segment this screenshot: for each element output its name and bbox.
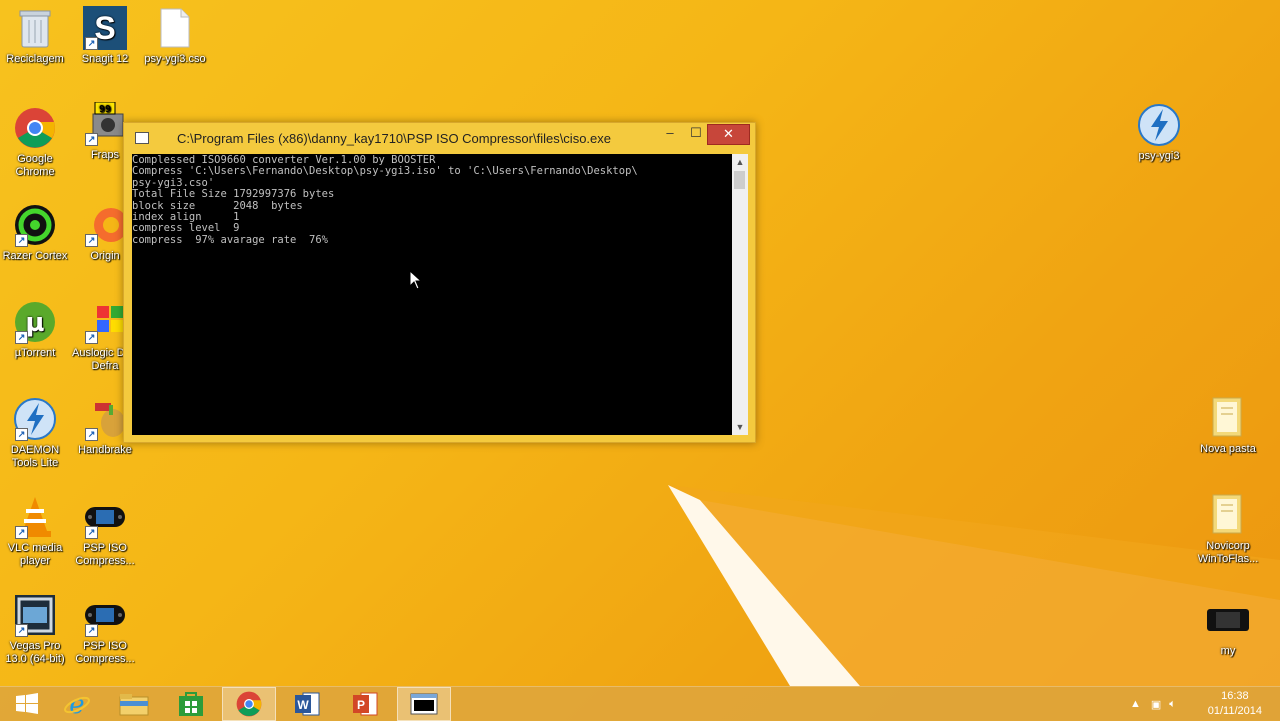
desktop-icon-psy-ygi3[interactable]: psy-ygi3 (1124, 103, 1194, 163)
show-hidden-icons-icon[interactable]: ▲ (1130, 698, 1141, 710)
mouse-cursor-icon (409, 269, 423, 295)
fraps-icon: 99 ↗ (83, 102, 127, 146)
shortcut-arrow-icon: ↗ (15, 428, 28, 441)
shortcut-arrow-icon: ↗ (85, 624, 98, 637)
shortcut-arrow-icon: ↗ (85, 234, 98, 247)
window-titlebar[interactable]: C:\Program Files (x86)\danny_kay1710\PSP… (124, 123, 755, 153)
clock[interactable]: 16:38 01/11/2014 (1208, 689, 1262, 719)
svg-text:P: P (357, 698, 365, 712)
desktop-icon-label: psy-ygi3 (1138, 150, 1180, 162)
psp-iso-icon: ↗ (83, 593, 127, 637)
desktop-icon-label: Novicorp WinToFlas... (1197, 540, 1259, 565)
console-window[interactable]: C:\Program Files (x86)\danny_kay1710\PSP… (123, 122, 756, 443)
taskbar: e W P ▲ ▣ 🔈︎ 16:38 01/11/2014 (0, 686, 1280, 721)
shortcut-arrow-icon: ↗ (15, 624, 28, 637)
svg-text:99: 99 (99, 104, 111, 115)
console-line: compress 97% avarage rate 76% (132, 233, 328, 246)
shortcut-arrow-icon: ↗ (85, 428, 98, 441)
volume-icon[interactable]: 🔈︎ (1169, 698, 1176, 711)
console-line: Compress 'C:\Users\Fernando\Desktop\psy-… (132, 165, 638, 178)
desktop-icon-psp-iso-2[interactable]: ↗ PSP ISO Compress... (70, 593, 140, 666)
svg-text:W: W (297, 698, 309, 712)
desktop-icon-label: psy-ygi3.cso (144, 53, 206, 65)
desktop-icon-label: Nova pasta (1200, 443, 1256, 455)
shortcut-arrow-icon: ↗ (85, 133, 98, 146)
clock-date: 01/11/2014 (1207, 705, 1262, 717)
desktop-icon-label: Handbrake (78, 444, 132, 456)
shortcut-arrow-icon: ↗ (85, 37, 98, 50)
chrome-icon (13, 106, 57, 150)
svg-text:µ: µ (25, 308, 44, 338)
desktop-icon-label: Vegas Pro 13.0 (64-bit) (5, 640, 65, 665)
vlc-icon: ↗ (13, 495, 57, 539)
folder-icon (1206, 396, 1250, 440)
utorrent-icon: µ ↗ (13, 300, 57, 344)
desktop-icon-razer[interactable]: ↗ Razer Cortex (0, 203, 70, 263)
console-taskbar-icon[interactable] (397, 687, 451, 721)
vegas-pro-icon: ↗ (13, 593, 57, 637)
desktop-icon-label: my (1220, 645, 1236, 657)
scrollbar-thumb[interactable] (734, 171, 745, 189)
internet-explorer-icon[interactable]: e (50, 687, 104, 721)
desktop-icon-label: PSP ISO Compress... (75, 542, 135, 567)
folder-icon (1206, 493, 1250, 537)
window-title: C:\Program Files (x86)\danny_kay1710\PSP… (177, 131, 611, 146)
desktop-icon-label: DAEMON Tools Lite (10, 444, 60, 469)
desktop-icon-daemon-tools[interactable]: ↗ DAEMON Tools Lite (0, 397, 70, 470)
scroll-up-icon[interactable]: ▲ (732, 154, 748, 170)
chrome-taskbar-icon[interactable] (222, 687, 276, 721)
file-explorer-icon[interactable] (107, 687, 161, 721)
razer-cortex-icon: ↗ (13, 203, 57, 247)
console-output[interactable]: Complessed ISO9660 converter Ver.1.00 by… (132, 154, 732, 435)
snagit-icon: S ↗ (83, 6, 127, 50)
file-icon (153, 6, 197, 50)
shortcut-arrow-icon: ↗ (85, 526, 98, 539)
maximize-button[interactable]: ☐ (683, 124, 709, 143)
desktop-icon-label: VLC media player (7, 542, 63, 567)
shortcut-arrow-icon: ↗ (15, 526, 28, 539)
shortcut-arrow-icon: ↗ (85, 331, 98, 344)
origin-icon: ↗ (83, 203, 127, 247)
shortcut-arrow-icon: ↗ (15, 234, 28, 247)
desktop-icon-vegas-pro[interactable]: ↗ Vegas Pro 13.0 (64-bit) (0, 593, 70, 666)
powerpoint-icon[interactable]: P (338, 687, 392, 721)
close-button[interactable]: ✕ (707, 124, 750, 145)
desktop-icon-label: Snagit 12 (81, 53, 129, 65)
start-button[interactable] (0, 687, 54, 721)
daemon-image-icon (1137, 103, 1181, 147)
desktop-icon-label: Razer Cortex (2, 250, 68, 262)
desktop-icon-novicorp[interactable]: Novicorp WinToFlas... (1193, 493, 1263, 566)
console-line: Total File Size 1792997376 bytes (132, 188, 335, 201)
console-app-icon[interactable] (135, 132, 149, 144)
svg-text:e: e (69, 690, 84, 718)
psp-iso-icon: ↗ (83, 495, 127, 539)
desktop-icon-vlc[interactable]: ↗ VLC media player (0, 495, 70, 568)
desktop-icon-chrome[interactable]: Google Chrome (0, 106, 70, 179)
desktop-icon-nova-pasta[interactable]: Nova pasta (1193, 396, 1263, 456)
auslogics-icon: ↗ (83, 300, 127, 344)
desktop-icon-snagit[interactable]: S ↗ Snagit 12 (70, 6, 140, 66)
word-icon[interactable]: W (280, 687, 334, 721)
desktop-icon-label: Google Chrome (15, 153, 55, 178)
desktop-icon-label: PSP ISO Compress... (75, 640, 135, 665)
clock-time: 16:38 (1221, 690, 1249, 702)
desktop-icon-psp-iso[interactable]: ↗ PSP ISO Compress... (70, 495, 140, 568)
desktop-icon-label: Reciclagem (6, 53, 64, 65)
shortcut-arrow-icon: ↗ (15, 331, 28, 344)
desktop-icon-recycle-bin[interactable]: Reciclagem (0, 6, 70, 66)
store-icon[interactable] (164, 687, 218, 721)
psp-icon (1206, 598, 1250, 642)
system-tray: ▲ ▣ 🔈︎ (1130, 687, 1176, 721)
desktop-icon-my[interactable]: my (1193, 598, 1263, 658)
daemon-tools-icon: ↗ (13, 397, 57, 441)
desktop-icon-utorrent[interactable]: µ ↗ µTorrent (0, 300, 70, 360)
minimize-button[interactable]: – (657, 124, 683, 143)
recycle-bin-icon (13, 6, 57, 50)
desktop-icon-label: µTorrent (14, 347, 56, 359)
vertical-scrollbar[interactable]: ▲ ▼ (732, 154, 748, 435)
handbrake-icon: ↗ (83, 397, 127, 441)
network-icon[interactable]: ▣ (1151, 698, 1161, 711)
desktop-icon-file[interactable]: psy-ygi3.cso (140, 6, 210, 66)
scroll-down-icon[interactable]: ▼ (732, 419, 748, 435)
